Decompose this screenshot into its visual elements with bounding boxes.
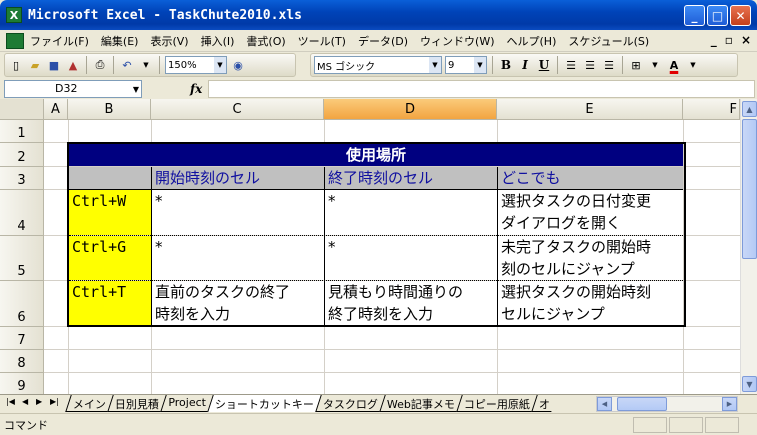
menu-view[interactable]: 表示(V) — [144, 33, 194, 49]
formula-bar: D32 ▼ fx — [0, 79, 757, 99]
menu-window[interactable]: ウィンドウ(W) — [414, 33, 500, 49]
undo-dropdown-icon[interactable]: ▼ — [138, 57, 154, 73]
row-header-1[interactable]: 1 — [0, 120, 44, 143]
minimize-button[interactable]: _ — [684, 5, 705, 26]
sheet-tab-bar: |◀ ◀ ▶ ▶| メイン 日別見積 Project ショートカットキー タスク… — [0, 394, 757, 413]
sheet-tab-web-memo[interactable]: Web記事メモ — [378, 395, 462, 412]
document-icon[interactable] — [6, 32, 24, 49]
borders-dropdown-icon[interactable]: ▼ — [647, 57, 663, 73]
column-header-d[interactable]: D — [324, 99, 497, 120]
scroll-right-icon[interactable]: ▶ — [722, 397, 737, 411]
menu-format[interactable]: 書式(O) — [240, 33, 291, 49]
menu-data[interactable]: データ(D) — [352, 33, 414, 49]
window-title: Microsoft Excel - TaskChute2010.xls — [28, 7, 302, 23]
function-icon[interactable]: fx — [190, 82, 202, 96]
excel-app-icon[interactable]: X — [6, 7, 22, 23]
menu-edit[interactable]: 編集(E) — [95, 33, 145, 49]
font-color-dropdown-icon[interactable]: ▼ — [685, 57, 701, 73]
scroll-up-icon[interactable]: ▲ — [742, 101, 757, 117]
row-header-5[interactable]: 5 — [0, 236, 44, 281]
print-icon[interactable]: ⎙ — [92, 57, 108, 73]
worksheet-grid[interactable]: A B C D E F 1 2 3 4 5 6 7 8 9 使用場所 開始時刻の… — [0, 99, 757, 394]
row-header-4[interactable]: 4 — [0, 190, 44, 236]
sheet-tab-shortcut-keys[interactable]: ショートカットキー — [206, 395, 321, 412]
formula-input[interactable] — [208, 80, 755, 98]
row-header-6[interactable]: 6 — [0, 281, 44, 327]
menu-insert[interactable]: 挿入(I) — [195, 33, 241, 49]
scroll-thumb[interactable] — [742, 119, 757, 259]
italic-button[interactable]: I — [517, 57, 533, 73]
next-sheet-icon[interactable]: ▶ — [36, 397, 42, 406]
sheet-tab-main[interactable]: メイン — [65, 395, 113, 412]
zoom-value: 150% — [168, 59, 197, 71]
status-mode: コマンド — [4, 418, 48, 432]
font-size-select[interactable]: 9 ▼ — [445, 56, 487, 74]
font-name-select[interactable]: MS ゴシック ▼ — [314, 56, 442, 74]
align-left-icon[interactable]: ☰ — [563, 57, 579, 73]
help-icon[interactable]: ◉ — [230, 57, 246, 73]
cell-reference: D32 — [55, 82, 78, 95]
underline-button[interactable]: U — [536, 57, 552, 73]
row-header-3[interactable]: 3 — [0, 167, 44, 190]
font-color-button[interactable]: A — [666, 57, 682, 73]
scroll-thumb[interactable] — [617, 397, 667, 411]
chevron-down-icon[interactable]: ▼ — [133, 82, 139, 98]
row-header-2[interactable]: 2 — [0, 143, 44, 167]
status-panel — [669, 417, 703, 433]
sheet-tab-copy-template[interactable]: コピー用原紙 — [455, 395, 537, 412]
new-icon[interactable]: ▯ — [8, 57, 24, 73]
select-all-corner[interactable] — [0, 99, 44, 120]
row-header-7[interactable]: 7 — [0, 327, 44, 350]
scroll-left-icon[interactable]: ◀ — [597, 397, 612, 411]
column-header-a[interactable]: A — [44, 99, 68, 120]
menu-tools[interactable]: ツール(T) — [292, 33, 352, 49]
sheet-tab-project[interactable]: Project — [160, 395, 213, 412]
last-sheet-icon[interactable]: ▶| — [50, 397, 59, 406]
maximize-button[interactable]: □ — [707, 5, 728, 26]
status-panel — [705, 417, 739, 433]
scroll-down-icon[interactable]: ▼ — [742, 376, 757, 392]
status-bar: コマンド — [0, 413, 757, 435]
font-size-value: 9 — [448, 59, 455, 71]
open-icon[interactable]: ▰ — [27, 57, 43, 73]
chevron-down-icon: ▼ — [429, 57, 441, 73]
menu-schedule[interactable]: スケジュール(S) — [562, 33, 655, 49]
column-header-e[interactable]: E — [497, 99, 683, 120]
first-sheet-icon[interactable]: |◀ — [6, 397, 15, 406]
status-panel — [633, 417, 667, 433]
chevron-down-icon: ▼ — [214, 57, 226, 73]
zoom-select[interactable]: 150% ▼ — [165, 56, 227, 74]
shortcut-table-border — [67, 142, 686, 327]
horizontal-scrollbar[interactable]: ◀ ▶ — [596, 396, 738, 412]
save-icon[interactable]: ■ — [46, 57, 62, 73]
chevron-down-icon: ▼ — [474, 57, 486, 73]
menu-file[interactable]: ファイル(F) — [24, 33, 95, 49]
bold-button[interactable]: B — [498, 57, 514, 73]
doc-close-button[interactable]: × — [741, 33, 751, 47]
vertical-scrollbar[interactable]: ▲ ▼ — [740, 99, 757, 394]
doc-restore-button[interactable]: ▫ — [725, 33, 733, 47]
title-bar[interactable]: X Microsoft Excel - TaskChute2010.xls _ … — [0, 0, 757, 30]
doc-minimize-button[interactable]: _ — [711, 33, 717, 47]
sheet-tab-daily-estimate[interactable]: 日別見積 — [107, 395, 166, 412]
column-header-f[interactable]: F — [683, 99, 740, 120]
row-header-9[interactable]: 9 — [0, 373, 44, 394]
name-box[interactable]: D32 ▼ — [4, 80, 142, 98]
undo-icon[interactable]: ↶ — [119, 57, 135, 73]
align-right-icon[interactable]: ☰ — [601, 57, 617, 73]
menu-bar: ファイル(F) 編集(E) 表示(V) 挿入(I) 書式(O) ツール(T) デ… — [0, 30, 757, 52]
row-header-8[interactable]: 8 — [0, 350, 44, 373]
sheet-tab-more[interactable]: オ — [530, 395, 557, 412]
column-header-b[interactable]: B — [68, 99, 151, 120]
font-name-value: MS ゴシック — [317, 61, 376, 73]
borders-icon[interactable]: ⊞ — [628, 57, 644, 73]
prev-sheet-icon[interactable]: ◀ — [22, 397, 28, 406]
close-button[interactable]: ✕ — [730, 5, 751, 26]
menu-help[interactable]: ヘルプ(H) — [501, 33, 563, 49]
sheet-tab-task-log[interactable]: タスクログ — [314, 395, 385, 412]
permission-icon[interactable]: ▲ — [65, 57, 81, 73]
column-header-c[interactable]: C — [151, 99, 324, 120]
toolbar: ▯ ▰ ■ ▲ ⎙ ↶ ▼ 150% ▼ ◉ MS ゴシック ▼ 9 ▼ B I… — [0, 52, 757, 78]
align-center-icon[interactable]: ☰ — [582, 57, 598, 73]
